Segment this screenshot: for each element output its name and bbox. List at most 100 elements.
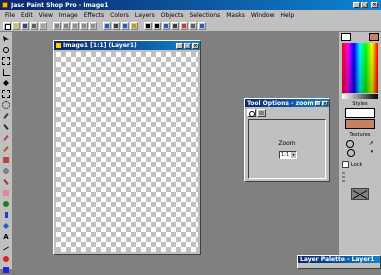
freehand-select-icon[interactable]	[1, 100, 11, 110]
color-spectrum[interactable]	[342, 43, 378, 93]
no-texture-icon[interactable]	[346, 140, 355, 148]
tool-options-tab-zoom[interactable]	[247, 109, 256, 117]
image-minimize-button[interactable]: _	[176, 42, 183, 49]
image-window-icon	[56, 43, 61, 48]
browse-icon[interactable]	[103, 21, 111, 30]
tool-options-tab-settings[interactable]	[257, 109, 266, 117]
menu-masks[interactable]: Masks	[226, 12, 245, 19]
selection-icon[interactable]	[1, 89, 11, 99]
zoom-value: 1:1	[281, 152, 290, 158]
image-window-title: Image1 [1:1] (Layer1)	[63, 42, 137, 49]
overview-icon[interactable]	[162, 21, 170, 30]
airbrush-icon[interactable]	[1, 210, 11, 220]
color-palette: Styles Textures ↗ ▾ Lock	[338, 32, 381, 269]
open-folder-icon[interactable]	[12, 21, 20, 30]
text-icon[interactable]: A	[1, 232, 11, 242]
color-replacer-icon[interactable]	[1, 155, 11, 165]
screen-capture-icon[interactable]	[112, 21, 120, 30]
copy-icon[interactable]	[80, 21, 88, 30]
layer-palette-title-bar[interactable]: Layer Palette - Layer1	[298, 256, 380, 263]
tool-options-close-button[interactable]: ×	[322, 100, 328, 106]
zoom-select[interactable]: 1:1 ▾	[279, 151, 297, 159]
zoom-icon[interactable]	[130, 21, 138, 30]
vector-object-icon[interactable]	[1, 265, 11, 275]
background-swatch-mini[interactable]	[369, 33, 379, 41]
crop-icon[interactable]	[1, 67, 11, 77]
zoom-tab-icon	[249, 111, 255, 117]
menu-window[interactable]: Window	[251, 12, 275, 19]
print-icon[interactable]	[30, 21, 38, 30]
tool-options-panel: Zoom 1:1 ▾	[248, 119, 326, 179]
new-file-icon[interactable]	[3, 21, 11, 30]
undo-icon[interactable]	[53, 21, 61, 30]
retouch-icon[interactable]	[1, 166, 11, 176]
pointer-icon[interactable]	[1, 34, 11, 44]
picture-tube-icon[interactable]	[1, 199, 11, 209]
swap-arrow-icon[interactable]: ↗	[369, 140, 374, 148]
tool-options-pin-button[interactable]	[315, 100, 321, 106]
image-window[interactable]: Image1 [1:1] (Layer1) _ □ ×	[53, 40, 201, 255]
menu-colors[interactable]: Colors	[110, 12, 129, 19]
help-icon[interactable]	[198, 21, 206, 30]
flood-fill-icon[interactable]	[1, 221, 11, 231]
histogram-icon[interactable]	[144, 21, 152, 30]
background-style-swatch[interactable]	[345, 119, 375, 129]
menu-file[interactable]: File	[5, 12, 15, 19]
image-close-button[interactable]: ×	[192, 42, 199, 49]
clone-brush-icon[interactable]	[1, 144, 11, 154]
minimize-button[interactable]: _	[353, 2, 360, 8]
lock-checkbox[interactable]	[342, 161, 349, 168]
cut-icon[interactable]	[71, 21, 79, 30]
app-icon[interactable]	[2, 2, 8, 8]
eraser-icon[interactable]	[1, 188, 11, 198]
dropdown-arrow-icon[interactable]: ▾	[371, 149, 374, 157]
magic-wand-icon[interactable]	[1, 111, 11, 121]
tool-options-title-bar[interactable]: Tool Options - zoom ×	[245, 99, 329, 107]
maximize-button[interactable]: □	[361, 2, 368, 8]
zoom-tool-icon[interactable]	[1, 45, 11, 55]
menu-edit[interactable]: Edit	[21, 12, 33, 19]
layer-palette-title: Layer Palette - Layer1	[300, 256, 375, 263]
tool-options-window[interactable]: Tool Options - zoom × Zoom 1:1 ▾	[244, 98, 330, 182]
settings-tab-icon	[259, 111, 264, 115]
mover-icon[interactable]	[1, 78, 11, 88]
foreground-style-swatch[interactable]	[345, 108, 375, 118]
image-window-title-bar[interactable]: Image1 [1:1] (Layer1) _ □ ×	[54, 41, 200, 50]
color-palette-icon[interactable]	[180, 21, 188, 30]
scratch-remover-icon[interactable]	[1, 177, 11, 187]
menu-image[interactable]: Image	[59, 12, 78, 19]
menu-bar: File Edit View Image Effects Colors Laye…	[0, 10, 381, 20]
layer-palette-window[interactable]: Layer Palette - Layer1	[297, 255, 381, 269]
grayscale-bar[interactable]	[342, 94, 378, 99]
no-style-icon[interactable]	[351, 188, 369, 200]
layers-icon[interactable]	[153, 21, 161, 30]
tool-options-icon[interactable]	[171, 21, 179, 30]
draw-icon[interactable]	[1, 243, 11, 253]
menu-layers[interactable]: Layers	[135, 12, 155, 19]
menu-objects[interactable]: Objects	[161, 12, 184, 19]
current-color-indicator	[342, 172, 378, 182]
paintbrush-icon[interactable]	[1, 133, 11, 143]
dropper-icon[interactable]	[1, 122, 11, 132]
scan-icon[interactable]	[39, 21, 47, 30]
script-icon[interactable]	[189, 21, 197, 30]
zoom-label: Zoom	[278, 140, 296, 147]
preset-shapes-icon[interactable]	[1, 254, 11, 264]
redo-icon[interactable]	[62, 21, 70, 30]
deformation-icon[interactable]	[1, 56, 11, 66]
close-button[interactable]: ×	[371, 2, 378, 8]
styles-label: Styles	[352, 101, 368, 107]
foreground-swatch-mini[interactable]	[341, 33, 351, 41]
menu-help[interactable]: Help	[281, 12, 295, 19]
image-canvas[interactable]	[56, 52, 198, 252]
menu-view[interactable]: View	[39, 12, 53, 19]
paste-icon[interactable]	[89, 21, 97, 30]
chevron-down-icon[interactable]: ▾	[291, 152, 296, 158]
no-texture-icon-2[interactable]	[346, 149, 355, 157]
menu-effects[interactable]: Effects	[84, 12, 104, 19]
menu-selections[interactable]: Selections	[189, 12, 220, 19]
full-screen-icon[interactable]	[121, 21, 129, 30]
image-maximize-button[interactable]: □	[184, 42, 191, 49]
lock-label: Lock	[351, 161, 363, 168]
save-icon[interactable]	[21, 21, 29, 30]
